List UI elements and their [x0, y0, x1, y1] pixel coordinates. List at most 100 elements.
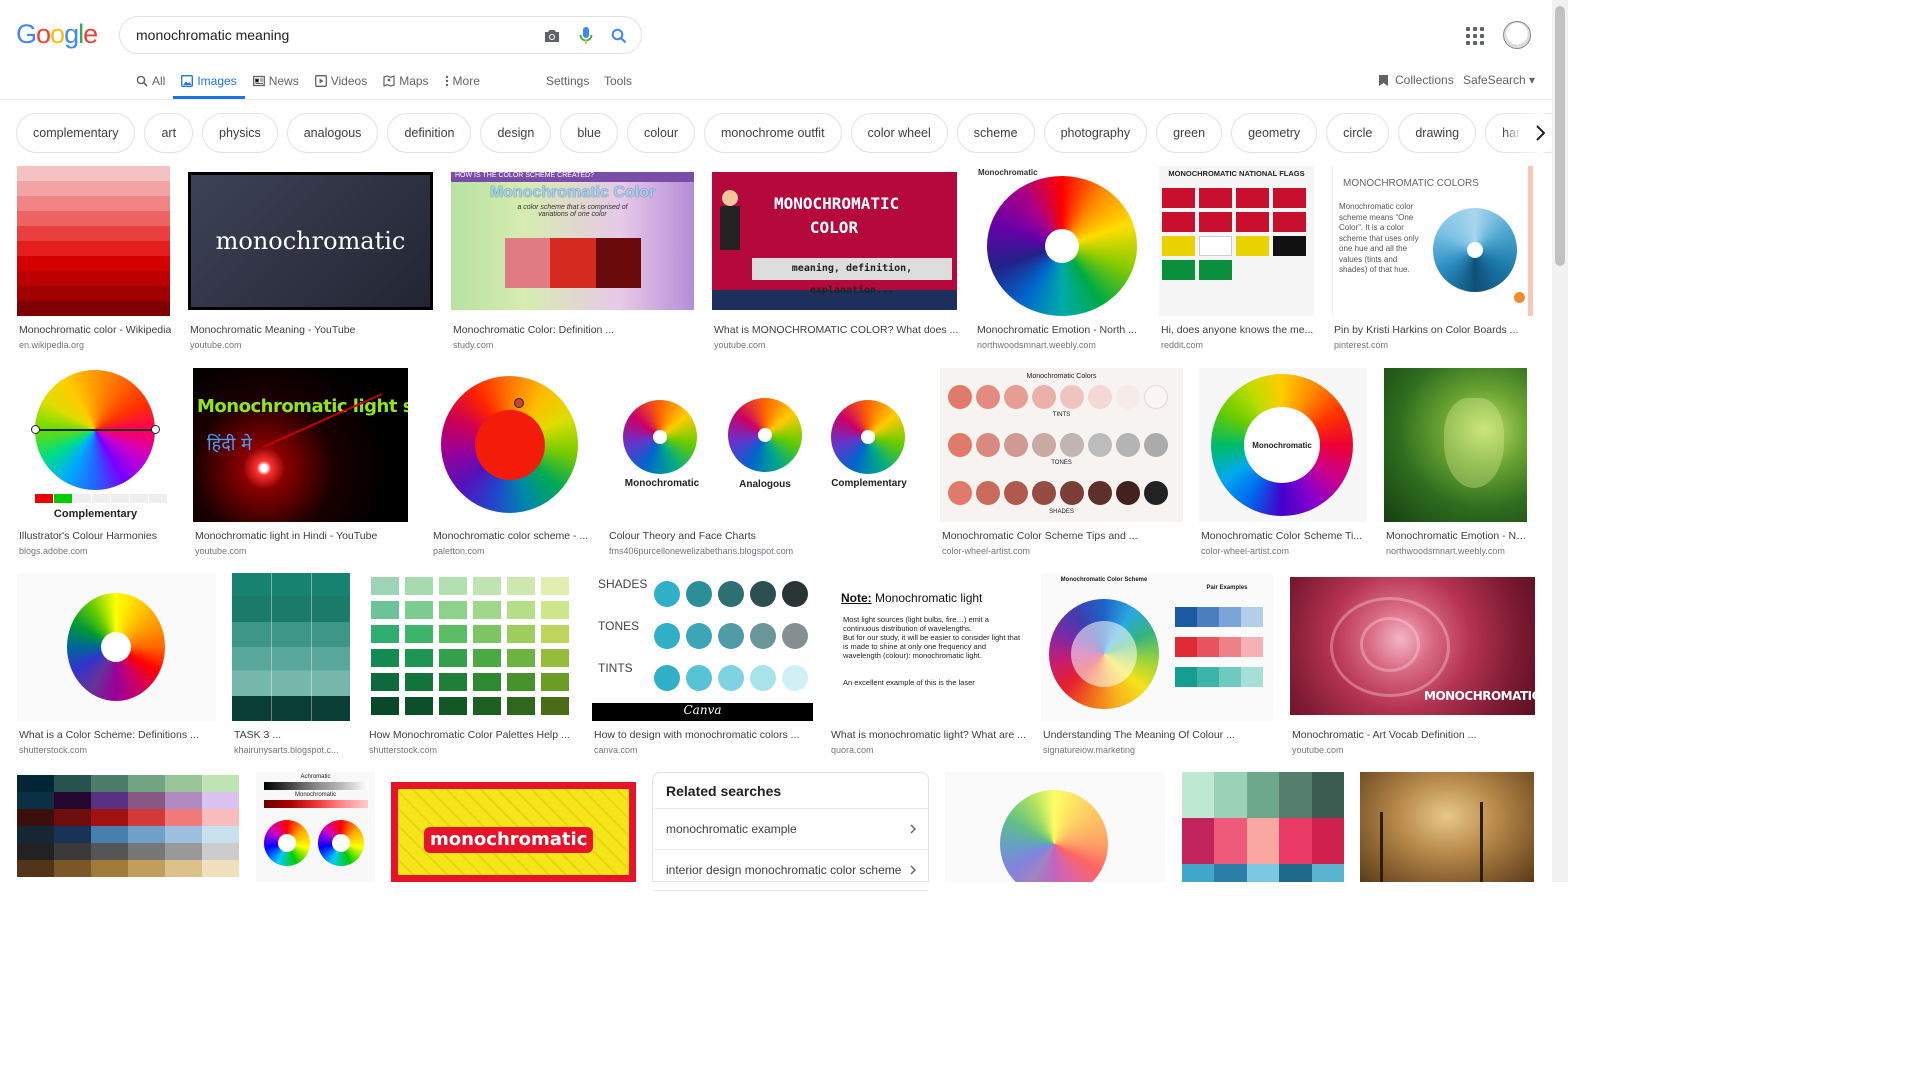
- image-result[interactable]: MONOCHROMATIC NATIONAL FLAGS Hi, does an…: [1159, 166, 1314, 356]
- chip-complementary[interactable]: complementary: [16, 113, 136, 153]
- chip-circle[interactable]: circle: [1326, 113, 1390, 153]
- chip-geometry[interactable]: geometry: [1231, 113, 1318, 153]
- apps-grid-icon[interactable]: [1466, 27, 1484, 45]
- image-result[interactable]: TASK 3 ... khairunysarts.blogspot.c...: [232, 573, 350, 757]
- image-result[interactable]: Note: Monochromatic light Most light sou…: [829, 573, 1026, 757]
- tab-maps[interactable]: Maps: [375, 66, 436, 96]
- search-input[interactable]: [136, 27, 526, 43]
- search-icon[interactable]: [609, 26, 629, 46]
- thumbnail-caption: MONOCHROMATIC: [1424, 689, 1535, 703]
- logo-letter: g: [64, 19, 79, 49]
- result-thumbnail: Note: Monochromatic light Most light sou…: [829, 573, 1025, 721]
- image-result[interactable]: [1182, 772, 1344, 882]
- thumbnail-caption: TINTS: [598, 661, 633, 675]
- image-result[interactable]: Monochromatic Emotion - Nor... northwood…: [1384, 368, 1529, 558]
- result-domain: fms406purcellonewelizabethans.blogspot.c…: [609, 546, 794, 556]
- tools-link[interactable]: Tools: [604, 74, 632, 88]
- image-result[interactable]: How Monochromatic Color Palettes Help ..…: [367, 573, 575, 757]
- image-result[interactable]: Monochromatic color scheme - ... paletto…: [431, 368, 590, 558]
- result-thumbnail: Complementary: [17, 368, 174, 522]
- image-result[interactable]: HOW IS THE COLOR SCHEME CREATED? Monochr…: [451, 172, 694, 356]
- presenter-figure: [722, 190, 738, 206]
- camera-icon[interactable]: [542, 26, 562, 46]
- chevron-right-icon: [910, 865, 916, 875]
- result-thumbnail: [1360, 772, 1534, 882]
- microphone-icon[interactable]: [576, 26, 596, 46]
- thumbnail-caption: Monochromatic Colors: [1026, 373, 1097, 380]
- chip-green[interactable]: green: [1156, 113, 1223, 153]
- image-result[interactable]: What is a Color Scheme: Definitions ... …: [17, 573, 216, 757]
- tab-all[interactable]: All: [136, 66, 173, 96]
- image-result[interactable]: [17, 775, 239, 882]
- image-result[interactable]: MONOCHROMATIC COLORS Monochromatic color…: [1332, 166, 1533, 356]
- result-thumbnail: [945, 772, 1165, 882]
- swatch-strip: [505, 238, 641, 288]
- color-wheel: [1049, 599, 1159, 709]
- chip-art[interactable]: art: [144, 113, 194, 153]
- chip-definition[interactable]: definition: [387, 113, 472, 153]
- image-result[interactable]: monochromatic: [391, 782, 636, 882]
- thumbnail-caption: MONOCHROMATIC NATIONAL FLAGS: [1168, 169, 1305, 178]
- thumbnail-bullet: An excellent example of this is the lase…: [843, 678, 975, 687]
- result-domain: shutterstock.com: [369, 745, 438, 755]
- color-wheel: [987, 176, 1137, 316]
- tab-images[interactable]: Images: [173, 66, 245, 99]
- image-result[interactable]: Monochromatic Color Scheme Pair Examples…: [1041, 573, 1273, 757]
- result-domain: color-wheel-artist.com: [1201, 546, 1290, 556]
- image-result[interactable]: [1360, 772, 1534, 882]
- image-result[interactable]: MONOCHROMATIC COLOR meaning, definition,…: [712, 172, 959, 356]
- result-title: What is MONOCHROMATIC COLOR? What does .…: [714, 324, 959, 336]
- thumbnail-caption: Achromatic: [300, 774, 331, 780]
- image-result[interactable]: Monochromatic Monochromatic Color Scheme…: [1199, 368, 1367, 558]
- thumbnail-caption: Complementary: [831, 478, 907, 489]
- result-title: Understanding The Meaning Of Colour ...: [1043, 729, 1235, 741]
- canva-logo: Canva: [592, 703, 813, 721]
- thumbnail-caption-line: COLOR: [809, 218, 859, 237]
- color-wheel: [831, 400, 905, 474]
- image-result[interactable]: Monochromatic Analogous Complementary Co…: [607, 368, 923, 558]
- chip-physics[interactable]: physics: [202, 113, 278, 153]
- image-result[interactable]: Complementary Illustrator's Colour Harmo…: [17, 368, 174, 558]
- tab-more[interactable]: More: [437, 66, 488, 96]
- image-result[interactable]: [945, 772, 1165, 882]
- google-logo[interactable]: Google: [16, 19, 98, 50]
- thumbnail-caption: Analogous: [739, 479, 791, 490]
- chip-blue[interactable]: blue: [560, 113, 618, 153]
- avatar[interactable]: [1503, 21, 1531, 49]
- collections-link[interactable]: Collections: [1378, 73, 1454, 87]
- related-search-item[interactable]: monochromatic example: [653, 809, 928, 850]
- image-result[interactable]: Monochromatic Monochromatic Emotion - No…: [975, 166, 1141, 356]
- chip-color-wheel[interactable]: color wheel: [850, 113, 948, 153]
- chip-drawing[interactable]: drawing: [1398, 113, 1477, 153]
- image-result[interactable]: Monochromatic light source हिंदी मे Mono…: [193, 368, 408, 558]
- chip-analogous[interactable]: analogous: [286, 113, 379, 153]
- thumbnail-caption: monochromatic: [191, 175, 430, 307]
- color-wheel: [441, 376, 578, 513]
- collections-label: Collections: [1395, 73, 1454, 87]
- tab-news[interactable]: News: [245, 66, 307, 96]
- safesearch-toggle[interactable]: SafeSearch ▾: [1463, 73, 1535, 87]
- chip-monochrome-outfit[interactable]: monochrome outfit: [704, 113, 842, 153]
- result-thumbnail: monochromatic: [188, 172, 433, 310]
- scrollbar-thumb[interactable]: [1555, 6, 1565, 266]
- image-result[interactable]: Monochromatic color - Wikipedia en.wikip…: [17, 166, 171, 356]
- image-result[interactable]: Achromatic Monochromatic: [256, 772, 375, 882]
- result-domain: en.wikipedia.org: [19, 340, 85, 350]
- chip-scheme[interactable]: scheme: [956, 113, 1035, 153]
- scrollbar[interactable]: [1552, 0, 1568, 882]
- chip-colour[interactable]: colour: [626, 113, 696, 153]
- bookmark-icon: [1379, 74, 1388, 86]
- settings-link[interactable]: Settings: [546, 74, 589, 88]
- image-result[interactable]: SHADES TONES TINTS Canva How to design w…: [592, 573, 813, 757]
- thumbnail-caption: SHADES: [1049, 509, 1074, 515]
- chip-design[interactable]: design: [480, 113, 552, 153]
- image-result[interactable]: Monochromatic Colors TINTS TONES SHADES …: [940, 368, 1183, 558]
- chip-photography[interactable]: photography: [1043, 113, 1148, 153]
- tab-videos[interactable]: Videos: [307, 66, 375, 96]
- swatch-grid: [371, 577, 571, 715]
- swatch-grid: [1175, 607, 1263, 687]
- related-search-item[interactable]: interior design monochromatic color sche…: [653, 850, 928, 891]
- image-result[interactable]: monochromatic Monochromatic Meaning - Yo…: [188, 172, 433, 356]
- image-result[interactable]: MONOCHROMATIC Monochromatic - Art Vocab …: [1290, 577, 1535, 757]
- image-icon: [181, 75, 194, 87]
